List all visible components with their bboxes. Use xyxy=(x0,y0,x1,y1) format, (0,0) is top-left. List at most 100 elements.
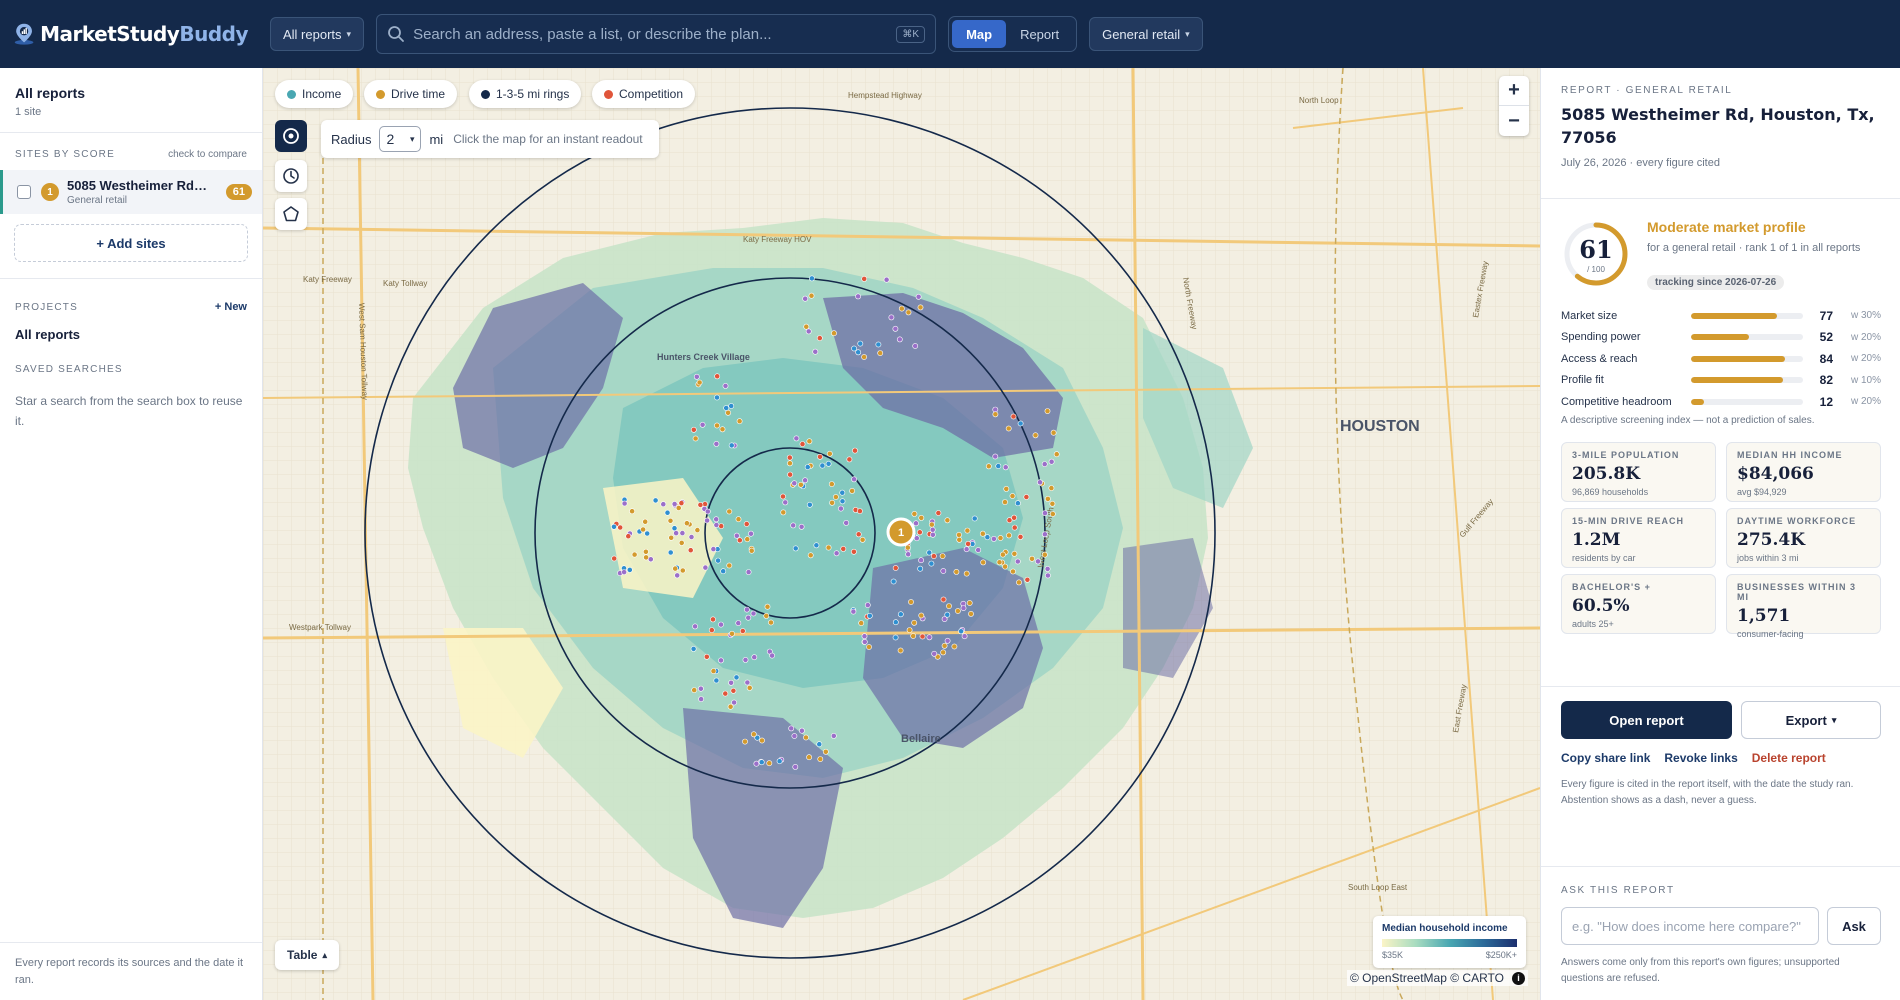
poi-dot[interactable] xyxy=(710,546,717,552)
poi-dot[interactable] xyxy=(1044,408,1051,414)
poi-dot[interactable] xyxy=(944,637,951,644)
poi-dot[interactable] xyxy=(898,305,905,312)
poi-dot[interactable] xyxy=(748,547,755,554)
poi-dot[interactable] xyxy=(625,533,632,540)
radius-tool-button[interactable] xyxy=(275,120,307,152)
poi-dot[interactable] xyxy=(1017,533,1024,540)
poi-dot[interactable] xyxy=(758,759,765,766)
poi-dot[interactable] xyxy=(621,500,628,507)
poi-dot[interactable] xyxy=(931,650,938,657)
poi-dot[interactable] xyxy=(930,531,936,538)
poi-dot[interactable] xyxy=(875,341,882,348)
poi-dot[interactable] xyxy=(1002,563,1008,570)
poi-dot[interactable] xyxy=(980,559,987,566)
poi-dot[interactable] xyxy=(642,518,649,525)
poi-dot[interactable] xyxy=(808,292,815,299)
poi-dot[interactable] xyxy=(671,501,678,507)
poi-dot[interactable] xyxy=(806,754,812,761)
poi-dot[interactable] xyxy=(611,555,618,562)
poi-dot[interactable] xyxy=(725,409,731,416)
poi-dot[interactable] xyxy=(1003,485,1010,492)
poi-dot[interactable] xyxy=(940,596,947,603)
poi-dot[interactable] xyxy=(966,600,973,606)
poi-dot[interactable] xyxy=(714,422,720,429)
poi-dot[interactable] xyxy=(941,642,948,649)
poi-dot[interactable] xyxy=(1002,464,1009,471)
poi-dot[interactable] xyxy=(673,530,679,536)
poi-dot[interactable] xyxy=(728,442,735,449)
poi-dot[interactable] xyxy=(713,677,720,684)
poi-dot[interactable] xyxy=(776,758,783,765)
attribution-text[interactable]: © OpenStreetMap © CARTO xyxy=(1350,971,1504,985)
new-project-button[interactable]: + New xyxy=(215,301,247,313)
poi-dot[interactable] xyxy=(892,565,899,571)
poi-dot[interactable] xyxy=(840,545,847,552)
poi-dot[interactable] xyxy=(843,519,850,526)
brand-logo[interactable]: MarketStudyBuddy xyxy=(12,8,248,60)
poi-dot[interactable] xyxy=(702,564,709,571)
poi-dot[interactable] xyxy=(861,633,868,640)
reports-dropdown[interactable]: All reports ▾ xyxy=(270,17,365,51)
poi-dot[interactable] xyxy=(803,323,810,330)
poi-dot[interactable] xyxy=(714,394,720,401)
poi-dot[interactable] xyxy=(679,530,686,536)
table-toggle-button[interactable]: Table ▴ xyxy=(275,940,339,970)
poi-dot[interactable] xyxy=(918,557,924,564)
poi-dot[interactable] xyxy=(939,553,946,559)
layer-chip-drive-time[interactable]: Drive time xyxy=(364,80,458,108)
info-icon[interactable]: i xyxy=(1511,971,1525,985)
poi-dot[interactable] xyxy=(693,373,700,380)
poi-dot[interactable] xyxy=(918,612,925,619)
poi-dot[interactable] xyxy=(679,567,686,574)
poi-dot[interactable] xyxy=(713,440,720,447)
poi-dot[interactable] xyxy=(816,335,823,341)
poi-dot[interactable] xyxy=(896,336,903,343)
poi-dot[interactable] xyxy=(713,522,720,528)
poi-dot[interactable] xyxy=(798,523,805,530)
poi-dot[interactable] xyxy=(956,536,963,543)
poi-dot[interactable] xyxy=(744,536,751,543)
radius-select[interactable]: 2 ▾ xyxy=(379,126,422,152)
delete-report-link[interactable]: Delete report xyxy=(1752,751,1826,765)
poi-dot[interactable] xyxy=(1010,413,1017,420)
poi-dot[interactable] xyxy=(905,551,912,558)
poi-dot[interactable] xyxy=(750,731,757,738)
poi-dot[interactable] xyxy=(971,515,978,522)
poi-dot[interactable] xyxy=(780,493,786,500)
poi-dot[interactable] xyxy=(855,531,862,538)
poi-dot[interactable] xyxy=(660,501,667,508)
poi-dot[interactable] xyxy=(687,547,694,554)
poi-dot[interactable] xyxy=(968,611,974,617)
poi-dot[interactable] xyxy=(736,418,743,425)
poi-dot[interactable] xyxy=(715,557,721,564)
poi-dot[interactable] xyxy=(611,523,617,530)
poi-dot[interactable] xyxy=(1035,558,1041,565)
poi-dot[interactable] xyxy=(759,737,765,744)
poi-dot[interactable] xyxy=(692,623,698,630)
layer-chip-rings[interactable]: 1-3-5 mi rings xyxy=(469,80,582,108)
poi-dot[interactable] xyxy=(838,505,844,512)
poi-dot[interactable] xyxy=(1029,555,1035,562)
poi-dot[interactable] xyxy=(833,494,839,500)
poi-dot[interactable] xyxy=(908,599,914,605)
poi-dot[interactable] xyxy=(790,522,797,529)
poi-dot[interactable] xyxy=(928,521,935,528)
poi-dot[interactable] xyxy=(764,603,771,610)
poi-dot[interactable] xyxy=(726,562,733,569)
poi-dot[interactable] xyxy=(1014,558,1021,565)
poi-dot[interactable] xyxy=(833,550,840,557)
poi-dot[interactable] xyxy=(958,628,964,635)
poi-dot[interactable] xyxy=(710,668,717,674)
poi-dot[interactable] xyxy=(714,373,721,380)
poi-dot[interactable] xyxy=(905,309,912,316)
search-bar[interactable]: ⌘K xyxy=(376,14,937,54)
poi-dot[interactable] xyxy=(831,330,837,337)
poi-dot[interactable] xyxy=(786,454,793,461)
add-sites-button[interactable]: + Add sites xyxy=(14,224,248,262)
poi-dot[interactable] xyxy=(708,627,715,633)
poi-dot[interactable] xyxy=(694,527,701,533)
poi-dot[interactable] xyxy=(897,647,904,654)
poi-dot[interactable] xyxy=(640,526,646,533)
poi-dot[interactable] xyxy=(644,530,651,537)
poi-dot[interactable] xyxy=(828,481,835,487)
